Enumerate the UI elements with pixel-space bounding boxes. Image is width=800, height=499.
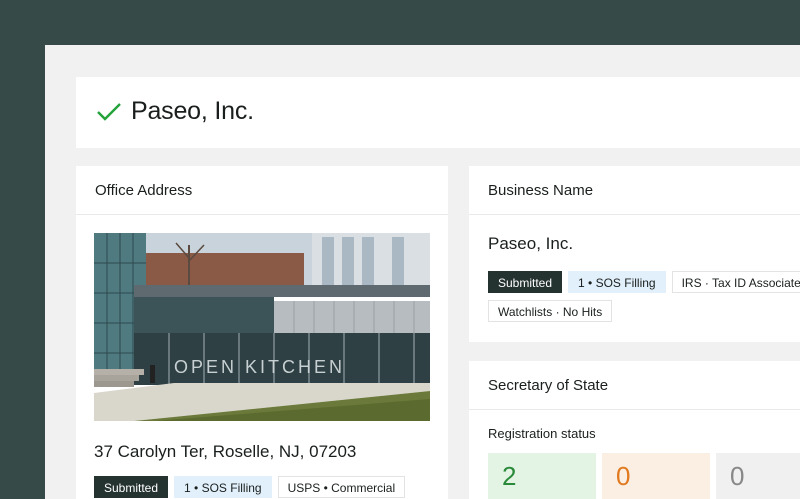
office-address-heading: Office Address [76, 166, 448, 215]
check-icon [97, 103, 121, 121]
irs-badge: IRS · Tax ID Associated Name [671, 271, 800, 293]
business-name-card: Business Name Paseo, Inc. Submitted 1 • … [469, 166, 800, 342]
source-badge: 1 • SOS Filling [174, 476, 272, 498]
inactive-count: 0 [716, 453, 800, 499]
company-name: Paseo, Inc. [131, 97, 254, 125]
secretary-of-state-heading: Secretary of State [469, 361, 800, 410]
verification-badge: USPS • Commercial [277, 476, 406, 498]
registration-status-label: Registration status [488, 426, 596, 441]
secretary-of-state-card: Secretary of State Registration status 2… [469, 361, 800, 499]
business-name-tags-row2: Watchlists · No Hits [488, 300, 613, 322]
office-building-photo: OPEN KITCHEN [94, 233, 430, 421]
office-address-card: Office Address OPEN KITCHEN 37 Carolyn T… [76, 166, 448, 499]
watchlist-badge: Watchlists · No Hits [488, 300, 613, 322]
business-name-tags: Submitted 1 • SOS Filling IRS · Tax ID A… [488, 271, 800, 293]
status-badge: Submitted [488, 271, 563, 293]
office-address-text: 37 Carolyn Ter, Roselle, NJ, 07203 [94, 442, 357, 461]
active-count: 2 [488, 453, 596, 499]
source-badge: 1 • SOS Filling [568, 271, 666, 293]
warning-count: 0 [602, 453, 710, 499]
business-name-heading: Business Name [469, 166, 800, 215]
main-panel: Paseo, Inc. Office Address OPEN KITCHEN … [45, 45, 800, 499]
company-header: Paseo, Inc. [76, 77, 800, 148]
business-name-value: Paseo, Inc. [488, 234, 574, 253]
office-address-tags: Submitted 1 • SOS Filling USPS • Commerc… [94, 476, 406, 498]
svg-text:OPEN KITCHEN: OPEN KITCHEN [174, 357, 345, 377]
status-badge: Submitted [94, 476, 169, 498]
registration-stats: 2 0 0 [488, 453, 800, 499]
